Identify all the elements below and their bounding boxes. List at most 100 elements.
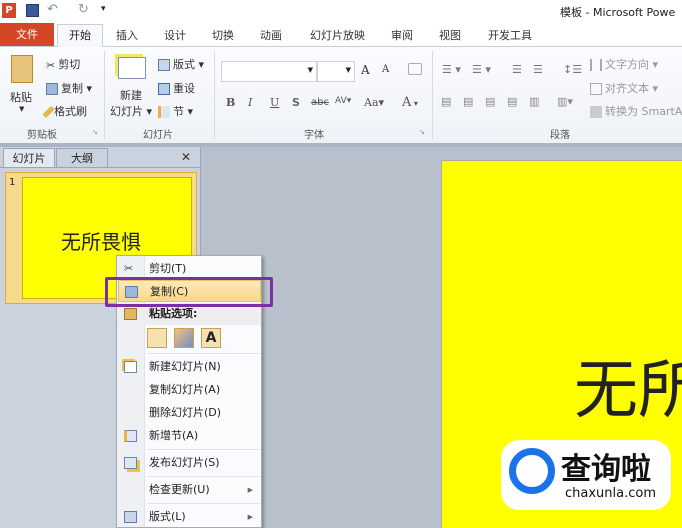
align-right-button[interactable]: ▤ xyxy=(485,95,495,108)
scissors-icon: ✂ xyxy=(46,59,56,72)
save-icon[interactable] xyxy=(26,4,39,17)
layout-icon xyxy=(124,511,137,523)
publish-icon xyxy=(124,457,137,469)
new-slide-icon xyxy=(118,57,146,79)
scissors-icon: ✂ xyxy=(124,262,134,275)
text-direction-icon xyxy=(590,59,602,71)
paragraph-group-label: 段落 xyxy=(550,130,570,141)
align-left-button[interactable]: ▤ xyxy=(441,95,451,108)
tab-home[interactable]: 开始 xyxy=(57,24,103,47)
tab-insert[interactable]: 插入 xyxy=(116,25,138,47)
undo-icon[interactable]: ↶ xyxy=(47,2,58,17)
bullets-button[interactable]: ☰ ▾ xyxy=(442,63,461,76)
dialog-launcher-icon[interactable]: ↘ xyxy=(92,128,98,136)
align-center-button[interactable]: ▤ xyxy=(463,95,473,108)
brush-icon xyxy=(42,105,55,119)
numbering-button[interactable]: ☰ ▾ xyxy=(472,63,491,76)
new-slide-icon xyxy=(124,361,137,373)
ribbon: 粘贴 ▼ ✂ 剪切 复制 ▾ 格式刷 剪贴板 ↘ 新建 幻灯片 ▾ 版式 ▾ 重设… xyxy=(0,47,682,143)
window-title: 模板 - Microsoft Powe xyxy=(560,6,676,19)
tab-design[interactable]: 设计 xyxy=(164,25,186,47)
strikethrough-button[interactable]: abc xyxy=(311,97,329,108)
clear-format-icon[interactable] xyxy=(408,63,422,75)
menu-item-publish-slides[interactable]: 发布幻灯片(S) xyxy=(118,452,261,474)
watermark-logo: 查询啦 chaxunla.com xyxy=(501,440,671,510)
tab-review[interactable]: 审阅 xyxy=(391,25,413,47)
paste-button[interactable]: 粘贴 xyxy=(10,89,32,105)
tab-animations[interactable]: 动画 xyxy=(260,25,282,47)
change-case-button[interactable]: Aa▾ xyxy=(364,96,384,109)
grow-font-button[interactable]: A xyxy=(361,63,370,77)
new-slide-button[interactable]: 幻灯片 ▾ xyxy=(110,103,152,119)
clipboard-group-label: 剪贴板 xyxy=(27,130,57,141)
paste-keep-source-formatting-button[interactable] xyxy=(174,328,194,348)
reset-button[interactable]: 重设 xyxy=(158,80,195,96)
watermark-q-icon xyxy=(509,448,555,494)
menu-item-new-slide[interactable]: 新建幻灯片(N) xyxy=(118,356,261,378)
font-color-button[interactable]: A ▾ xyxy=(402,95,418,110)
font-name-select[interactable]: ▼ xyxy=(221,61,317,82)
paste-keep-text-only-button[interactable]: A xyxy=(201,328,221,348)
layout-icon xyxy=(158,59,170,71)
justify-button[interactable]: ▤ xyxy=(507,95,517,108)
convert-smartart-button[interactable]: 转换为 SmartArt xyxy=(590,103,682,119)
section-button[interactable]: 节 ▾ xyxy=(158,103,193,119)
menu-item-duplicate-slide[interactable]: 复制幻灯片(A) xyxy=(118,379,261,401)
bold-button[interactable]: B xyxy=(226,96,235,109)
copy-button[interactable]: 复制 ▾ xyxy=(46,80,92,96)
slide-title-text[interactable]: 无所 xyxy=(574,339,682,431)
text-direction-button[interactable]: 文字方向 ▾ xyxy=(590,56,658,72)
decrease-indent-button[interactable]: ☰ xyxy=(512,63,522,76)
tab-outline[interactable]: 大纲 xyxy=(56,148,108,167)
watermark-brand: 查询啦 xyxy=(561,452,651,487)
cut-button[interactable]: ✂ 剪切 xyxy=(46,56,80,72)
shadow-button[interactable]: S xyxy=(292,96,300,109)
format-painter-button[interactable]: 格式刷 xyxy=(42,103,87,119)
tab-transitions[interactable]: 切换 xyxy=(212,25,234,47)
font-size-select[interactable]: ▼ xyxy=(317,61,355,82)
align-text-button[interactable]: 对齐文本 ▾ xyxy=(590,80,658,96)
section-icon xyxy=(158,106,170,118)
dialog-launcher-icon[interactable]: ↘ xyxy=(419,128,425,136)
copy-icon xyxy=(46,83,58,95)
menu-item-add-section[interactable]: 新增节(A) xyxy=(118,425,261,447)
menu-item-delete-slide[interactable]: 删除幻灯片(D) xyxy=(118,402,261,424)
increase-indent-button[interactable]: ☰ xyxy=(533,63,543,76)
redo-icon[interactable]: ↻ xyxy=(78,2,89,17)
customize-qat-icon[interactable]: ▾ xyxy=(101,4,106,14)
app-icon: P xyxy=(2,3,16,18)
paste-icon xyxy=(124,308,137,320)
paste-dropdown[interactable]: ▼ xyxy=(19,105,24,113)
menu-item-check-updates[interactable]: 检查更新(U) ▶ xyxy=(118,479,261,501)
highlight-annotation-box xyxy=(105,277,273,307)
layout-button[interactable]: 版式 ▾ xyxy=(158,56,204,72)
distribute-button[interactable]: ▥ xyxy=(529,95,539,108)
tab-slideshow[interactable]: 幻灯片放映 xyxy=(310,25,365,47)
slides-group-label: 幻灯片 xyxy=(143,130,173,141)
reset-icon xyxy=(158,83,170,95)
tab-slides[interactable]: 幻灯片 xyxy=(3,148,55,167)
paste-icon xyxy=(11,55,33,83)
submenu-arrow-icon: ▶ xyxy=(247,486,253,494)
font-group-label: 字体 xyxy=(304,130,324,141)
underline-button[interactable]: U xyxy=(270,96,279,109)
columns-button[interactable]: ▥▾ xyxy=(557,95,573,108)
section-icon xyxy=(124,430,137,442)
new-slide-label[interactable]: 新建 xyxy=(120,87,142,103)
tab-view[interactable]: 视图 xyxy=(439,25,461,47)
tab-developer[interactable]: 开发工具 xyxy=(488,25,532,47)
watermark-domain: chaxunla.com xyxy=(565,486,656,501)
shrink-font-button[interactable]: A xyxy=(382,64,389,75)
italic-button[interactable]: I xyxy=(248,96,252,109)
thumbnail-text: 无所畏惧 xyxy=(61,230,141,254)
submenu-arrow-icon: ▶ xyxy=(247,513,253,521)
char-spacing-button[interactable]: AV▾ xyxy=(335,96,351,106)
align-text-icon xyxy=(590,83,602,95)
smartart-icon xyxy=(590,106,602,118)
line-spacing-button[interactable]: ↕☰ xyxy=(563,63,582,76)
tab-file[interactable]: 文件 xyxy=(0,23,54,46)
paste-use-destination-theme-button[interactable] xyxy=(147,328,167,348)
close-pane-icon[interactable]: ✕ xyxy=(181,150,191,164)
menu-item-layout[interactable]: 版式(L) ▶ xyxy=(118,506,261,528)
title-bar: P ↶ ↻ ▾ 模板 - Microsoft Powe xyxy=(0,0,682,22)
